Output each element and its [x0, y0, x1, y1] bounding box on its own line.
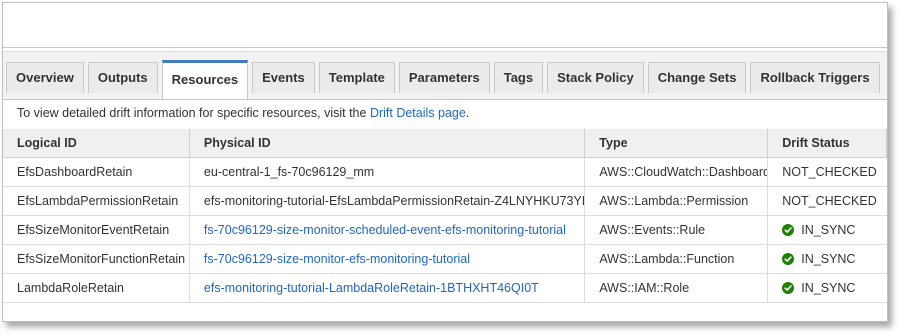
check-circle-icon	[782, 253, 795, 265]
tab-change-sets[interactable]: Change Sets	[647, 62, 747, 93]
logical-id-cell: EfsSizeMonitorEventRetain	[3, 216, 190, 244]
tab-bar: Overview Outputs Resources Events Template Pa…	[3, 51, 887, 100]
divider	[3, 47, 887, 48]
logical-id-cell: LambdaRoleRetain	[3, 274, 190, 302]
resources-table: Logical ID Physical ID Type Drift Status…	[3, 129, 887, 303]
drift-status-cell: IN_SYNC	[768, 216, 887, 244]
tab-events[interactable]: Events	[252, 62, 315, 93]
drift-info-message: To view detailed drift information for s…	[17, 106, 469, 120]
drift-status-cell: IN_SYNC	[768, 274, 887, 302]
drift-status-cell: NOT_CHECKED	[768, 158, 887, 186]
column-header-type[interactable]: Type	[585, 129, 769, 157]
physical-id-link[interactable]: fs-70c96129-size-monitor-efs-monitoring-…	[204, 252, 470, 266]
drift-status-text: NOT_CHECKED	[782, 165, 877, 179]
drift-details-link[interactable]: Drift Details page	[370, 106, 466, 120]
tab-outputs[interactable]: Outputs	[87, 62, 158, 93]
column-header-logical-id[interactable]: Logical ID	[3, 129, 190, 157]
physical-id-cell: efs-monitoring-tutorial-EfsLambdaPermiss…	[190, 187, 586, 215]
tab-template[interactable]: Template	[318, 62, 395, 93]
resource-type-cell: AWS::Lambda::Function	[585, 245, 769, 273]
drift-info-text: To view detailed drift information for s…	[17, 106, 370, 120]
resource-type-cell: AWS::Events::Rule	[585, 216, 769, 244]
drift-status-text: IN_SYNC	[801, 252, 856, 266]
table-row[interactable]: EfsSizeMonitorFunctionRetain fs-70c96129-…	[3, 245, 887, 274]
resource-type-cell: AWS::CloudWatch::Dashboard	[585, 158, 769, 186]
column-header-drift-status[interactable]: Drift Status	[768, 129, 887, 157]
drift-status-cell: NOT_CHECKED	[768, 187, 887, 215]
logical-id-cell: EfsSizeMonitorFunctionRetain	[3, 245, 190, 273]
drift-status-text: IN_SYNC	[801, 223, 856, 237]
check-circle-icon	[782, 282, 795, 294]
logical-id-cell: EfsLambdaPermissionRetain	[3, 187, 190, 215]
table-body: EfsDashboardRetain eu-central-1_fs-70c961…	[3, 158, 887, 303]
table-row[interactable]: EfsDashboardRetain eu-central-1_fs-70c961…	[3, 158, 887, 187]
tab-rollback-triggers[interactable]: Rollback Triggers	[750, 62, 880, 93]
tab-parameters[interactable]: Parameters	[398, 62, 490, 93]
physical-id-cell: eu-central-1_fs-70c96129_mm	[190, 158, 586, 186]
physical-id-link[interactable]: efs-monitoring-tutorial-LambdaRoleRetain…	[204, 281, 539, 295]
table-row[interactable]: EfsSizeMonitorEventRetain fs-70c96129-siz…	[3, 216, 887, 245]
logical-id-cell: EfsDashboardRetain	[3, 158, 190, 186]
tab-list: Overview Outputs Resources Events Template Pa…	[6, 60, 884, 99]
column-header-physical-id[interactable]: Physical ID	[190, 129, 586, 157]
tab-tags[interactable]: Tags	[493, 62, 544, 93]
physical-id-link[interactable]: fs-70c96129-size-monitor-scheduled-event…	[204, 223, 566, 237]
table-row[interactable]: EfsLambdaPermissionRetain efs-monitoring-…	[3, 187, 887, 216]
drift-status-cell: IN_SYNC	[768, 245, 887, 273]
physical-id-cell: fs-70c96129-size-monitor-efs-monitoring-…	[190, 245, 586, 273]
resource-type-cell: AWS::IAM::Role	[585, 274, 769, 302]
tab-resources[interactable]: Resources	[161, 60, 249, 99]
table-header-row: Logical ID Physical ID Type Drift Status	[3, 129, 887, 158]
drift-info-suffix: .	[465, 106, 470, 120]
physical-id-cell: fs-70c96129-size-monitor-scheduled-event…	[190, 216, 586, 244]
physical-id-text: eu-central-1_fs-70c96129_mm	[203, 165, 375, 179]
drift-status-text: IN_SYNC	[801, 281, 856, 295]
resource-type-cell: AWS::Lambda::Permission	[585, 187, 769, 215]
tab-overview[interactable]: Overview	[6, 62, 84, 93]
tab-stack-policy[interactable]: Stack Policy	[547, 62, 644, 93]
drift-status-text: NOT_CHECKED	[782, 194, 877, 208]
physical-id-cell: efs-monitoring-tutorial-LambdaRoleRetain…	[190, 274, 586, 302]
check-circle-icon	[782, 224, 795, 236]
physical-id-text: efs-monitoring-tutorial-EfsLambdaPermiss…	[203, 194, 586, 208]
table-row[interactable]: LambdaRoleRetain efs-monitoring-tutorial-…	[3, 274, 887, 303]
console-panel: Overview Outputs Resources Events Template Pa…	[2, 2, 888, 322]
